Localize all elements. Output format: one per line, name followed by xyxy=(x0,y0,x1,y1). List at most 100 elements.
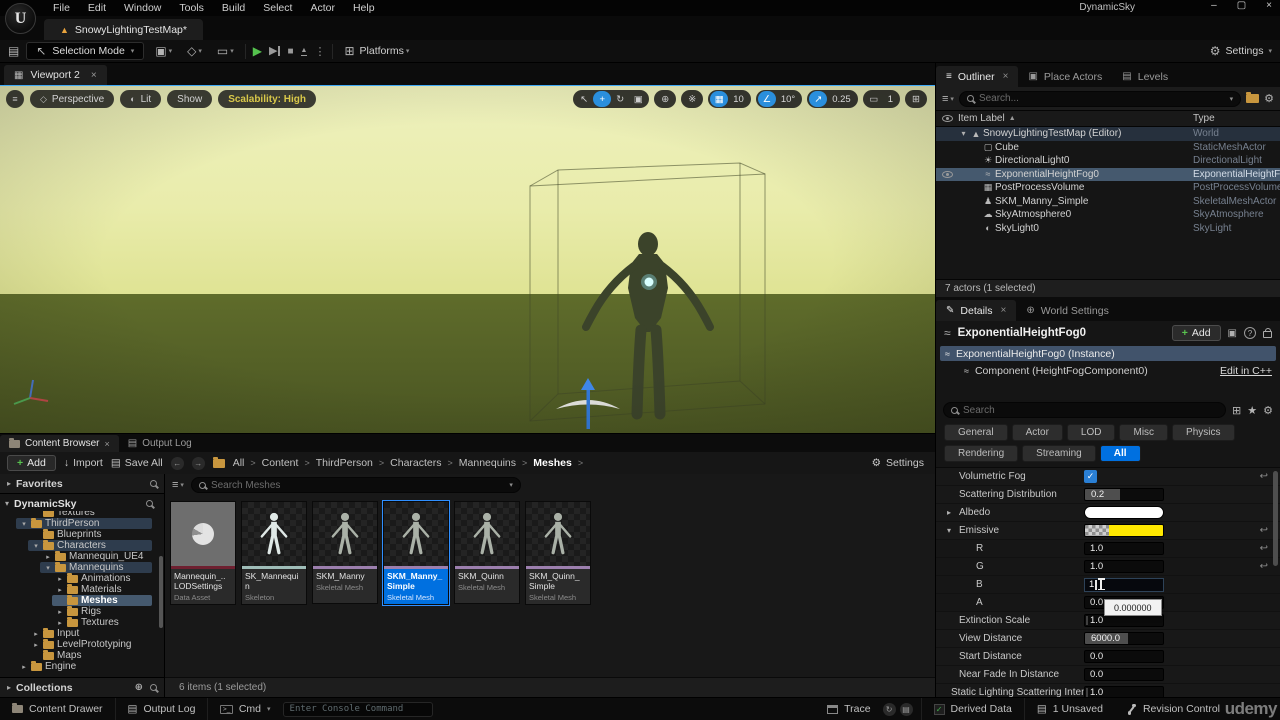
details-scrollbar[interactable] xyxy=(1273,471,1278,566)
scale-snap-button[interactable]: ↗ xyxy=(809,91,827,107)
breadcrumb-item[interactable]: Characters > xyxy=(390,457,453,469)
column-item-label[interactable]: Item Label xyxy=(958,113,1005,124)
outliner-row[interactable]: ♟ SKM_Manny_Simple SkeletalMeshActor xyxy=(936,195,1280,209)
world-space-button[interactable]: ⊕ xyxy=(656,91,674,107)
slider-field[interactable]: 0.2 xyxy=(1084,488,1164,501)
settings-dropdown[interactable]: ⚙ Settings ▾ xyxy=(1210,44,1272,58)
expander-icon[interactable]: ▸ xyxy=(56,586,64,594)
reset-to-default-button[interactable]: ↩ xyxy=(1260,561,1268,572)
filter-chip[interactable]: Misc xyxy=(1119,424,1168,441)
move-tool-button[interactable]: + xyxy=(593,91,611,107)
save-icon[interactable]: ▤ xyxy=(8,44,19,58)
number-field[interactable]: 1.0 xyxy=(1084,542,1164,555)
import-button[interactable]: ↓ Import xyxy=(64,457,103,469)
scale-snap-value[interactable]: 0.25 xyxy=(827,94,856,105)
number-field[interactable]: 0.0 xyxy=(1084,668,1164,681)
frame-skip-button[interactable]: ▶ xyxy=(269,46,280,56)
tab-details[interactable]: ✎ Details × xyxy=(936,300,1016,321)
blueprint-browse-icon[interactable]: ▣ xyxy=(1228,328,1237,339)
tree-item[interactable]: ▸ Textures xyxy=(0,617,164,628)
tab-output-log[interactable]: ▤ Output Log xyxy=(119,435,201,452)
instance-row[interactable]: ≈ ExponentialHeightFog0 (Instance) xyxy=(940,346,1276,361)
property-row[interactable]: Volumetric Fog ✓ ↩ xyxy=(936,468,1280,486)
add-actor-button[interactable]: ▣ ▾ xyxy=(151,44,176,58)
close-icon[interactable]: × xyxy=(1001,305,1007,316)
tree-item[interactable]: Textures xyxy=(0,511,164,518)
insights-timing-icon[interactable]: ↻ xyxy=(883,703,896,716)
derived-data-button[interactable]: ✓ Derived Data xyxy=(921,698,1024,720)
expander-icon[interactable]: ▾ xyxy=(947,526,955,535)
save-all-button[interactable]: ▤ Save All xyxy=(111,457,163,469)
favorites-icon[interactable]: ★ xyxy=(1247,404,1257,417)
close-icon[interactable]: × xyxy=(104,439,109,449)
text-edit-field[interactable]: 1 xyxy=(1084,578,1164,592)
close-button[interactable]: × xyxy=(1266,0,1272,11)
component-row[interactable]: ≈ Component (HeightFogComponent0) Edit i… xyxy=(936,362,1280,379)
expander-icon[interactable]: ▸ xyxy=(56,619,64,627)
filter-chip[interactable]: Actor xyxy=(1012,424,1063,441)
tree-item[interactable]: ▸ Rigs xyxy=(0,606,164,617)
outliner-row[interactable]: ▢ Cube StaticMeshActor xyxy=(936,141,1280,155)
asset-filter-button[interactable]: ≡ ▾ xyxy=(172,479,184,491)
expander-icon[interactable]: ▸ xyxy=(32,630,40,638)
details-search-input[interactable]: Search xyxy=(943,402,1226,418)
insights-memory-icon[interactable]: ▤ xyxy=(900,703,913,716)
add-component-button[interactable]: + Add xyxy=(1172,325,1221,341)
reset-to-default-button[interactable]: ↩ xyxy=(1260,525,1268,536)
breadcrumb-item[interactable]: All > xyxy=(233,457,256,469)
expander-icon[interactable]: ▾ xyxy=(20,520,28,528)
reset-to-default-button[interactable]: ↩ xyxy=(1260,471,1268,482)
filter-chip[interactable]: Streaming xyxy=(1022,445,1096,462)
number-field[interactable]: 1.0 xyxy=(1084,560,1164,573)
tree-item[interactable]: ▸ Mannequin_UE4 xyxy=(0,551,164,562)
eject-button[interactable]: ▲ xyxy=(301,47,308,56)
expander-icon[interactable]: ▾ xyxy=(44,564,52,572)
expander-icon[interactable]: ▸ xyxy=(56,575,64,583)
slider-field[interactable]: 6000.0 xyxy=(1084,632,1164,645)
menu-item[interactable]: Help xyxy=(344,1,384,15)
close-icon[interactable]: × xyxy=(91,70,97,81)
camera-speed-value[interactable]: 1 xyxy=(883,94,898,105)
eye-icon[interactable] xyxy=(942,115,953,122)
gear-icon[interactable]: ⚙ xyxy=(1264,92,1274,105)
surface-snap-button[interactable]: ※ xyxy=(683,91,701,107)
filter-chip[interactable]: General xyxy=(944,424,1008,441)
display-options-icon[interactable]: ⊞ xyxy=(1232,404,1241,417)
property-row[interactable]: B ✓ 1 1 1 ↩ xyxy=(936,576,1280,594)
asset-tile[interactable]: SKM_Manny_ Simple Skeletal Mesh xyxy=(383,501,449,605)
search-icon[interactable] xyxy=(150,684,157,691)
back-button[interactable]: ← xyxy=(171,457,184,470)
selection-mode-dropdown[interactable]: ↖ Selection Mode ▾ xyxy=(26,42,144,60)
viewport[interactable]: ≡ ◇ Perspective ◐ Lit Show Scalability: … xyxy=(0,85,935,433)
property-row[interactable]: View Distance ✓ 6000.0 6000.0 6000.0 ↩ xyxy=(936,630,1280,648)
filter-chip[interactable]: Physics xyxy=(1172,424,1234,441)
expander-icon[interactable]: ▸ xyxy=(20,663,28,671)
perspective-dropdown[interactable]: ◇ Perspective xyxy=(30,90,114,108)
close-icon[interactable]: × xyxy=(1003,71,1009,82)
expander-icon[interactable]: ▾ xyxy=(32,542,40,550)
menu-item[interactable]: Window xyxy=(115,1,170,15)
cinematics-button[interactable]: ▭ ▾ xyxy=(213,44,238,58)
stop-button[interactable]: ■ xyxy=(287,46,293,57)
menu-item[interactable]: File xyxy=(44,1,79,15)
tree-scrollbar[interactable] xyxy=(159,556,163,628)
expander-icon[interactable]: ▸ xyxy=(56,608,64,616)
blueprints-button[interactable]: ◇ ▾ xyxy=(183,44,206,58)
tab-outliner[interactable]: ≡ Outliner × xyxy=(936,66,1018,87)
eye-icon[interactable] xyxy=(942,171,953,178)
tree-item[interactable]: ▸ LevelPrototyping xyxy=(0,639,164,650)
cmd-dropdown[interactable]: >_ Cmd ▾ xyxy=(208,698,282,720)
output-log-button[interactable]: ▤ Output Log xyxy=(116,698,209,720)
play-button[interactable]: ▶ xyxy=(253,44,262,58)
console-command-input[interactable]: Enter Console Command xyxy=(283,702,433,717)
show-dropdown[interactable]: Show xyxy=(167,90,212,108)
outliner-filter-button[interactable]: ≡ ▾ xyxy=(942,93,954,105)
select-tool-button[interactable]: ↖ xyxy=(575,91,593,107)
create-folder-icon[interactable] xyxy=(1246,94,1259,103)
asset-tile[interactable]: SKM_Quinn_ Simple Skeletal Mesh xyxy=(525,501,591,605)
tab-world-settings[interactable]: ⊕ World Settings xyxy=(1016,300,1118,321)
source-root-row[interactable]: ▾ DynamicSky xyxy=(0,496,164,511)
outliner-search-input[interactable]: Search... ▾ xyxy=(959,91,1241,107)
menu-item[interactable]: Tools xyxy=(170,1,213,15)
edit-in-cpp-link[interactable]: Edit in C++ xyxy=(1220,365,1272,377)
